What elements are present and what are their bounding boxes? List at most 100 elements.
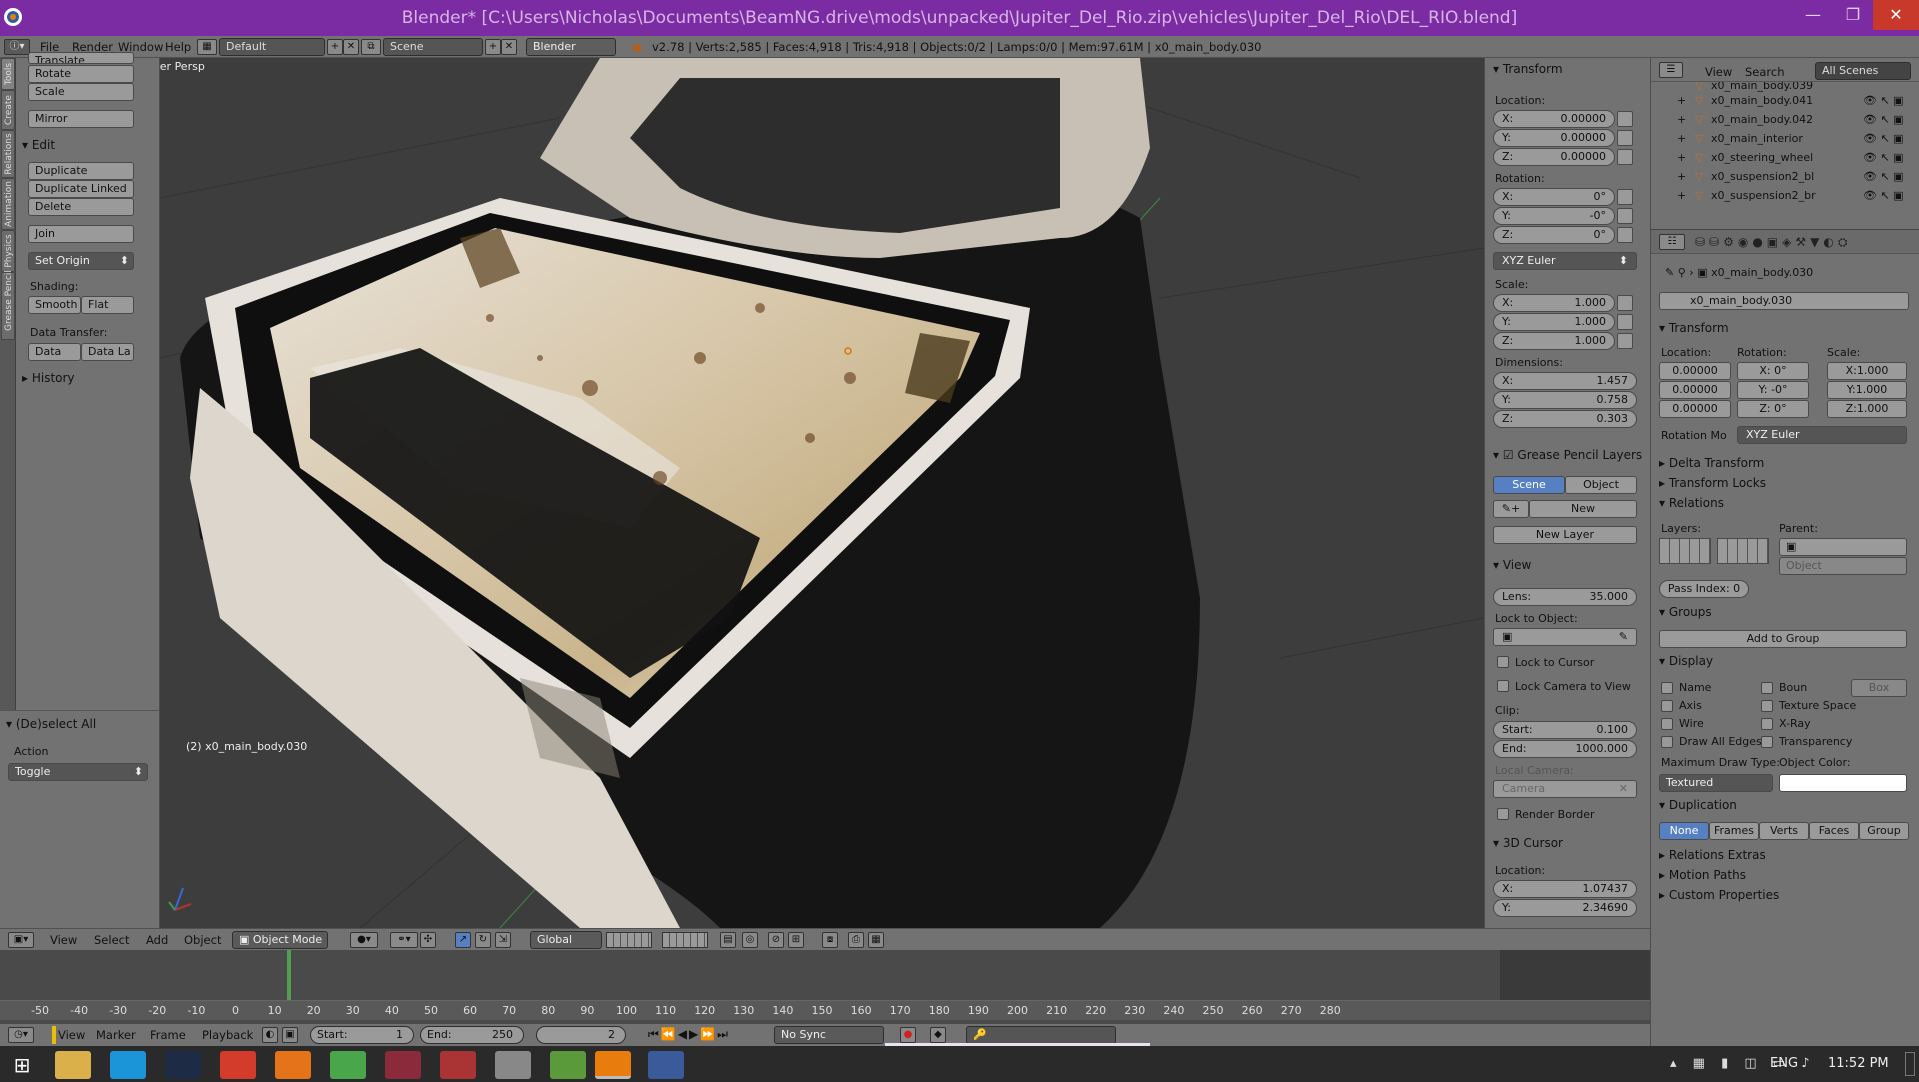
cursor-y-field[interactable]: Y: 2.34690 bbox=[1493, 899, 1637, 917]
set-origin-select[interactable]: Set Origin ⬍ bbox=[28, 252, 134, 270]
current-frame-field[interactable]: 2 bbox=[536, 1026, 626, 1044]
rotation-z-field[interactable]: Z: 0° bbox=[1493, 226, 1615, 244]
duplicate-button[interactable]: Duplicate bbox=[28, 162, 134, 180]
outliner-row[interactable]: + ▽ x0_steering_wheel 👁 ↖ ▣ bbox=[1651, 148, 1919, 167]
texture-space-checkbox[interactable] bbox=[1761, 700, 1773, 712]
dimension-x-field[interactable]: X: 1.457 bbox=[1493, 372, 1637, 390]
menu-select[interactable]: Select bbox=[94, 933, 129, 947]
object-color-swatch[interactable] bbox=[1779, 774, 1907, 792]
lock-icon[interactable] bbox=[1617, 111, 1633, 127]
lock-range-icon[interactable]: ▣ bbox=[282, 1027, 298, 1043]
lock-icon[interactable] bbox=[1617, 333, 1633, 349]
layers-grid[interactable] bbox=[1659, 538, 1711, 564]
start-windows-icon[interactable]: ⊞ bbox=[6, 1051, 38, 1079]
scale-manip-icon[interactable]: ⇲ bbox=[495, 932, 511, 948]
layout-remove-icon[interactable]: ✕ bbox=[343, 39, 359, 55]
lock-icon[interactable] bbox=[1617, 208, 1633, 224]
delete-button[interactable]: Delete bbox=[28, 198, 134, 216]
custom-properties-header[interactable]: ▸ Custom Properties bbox=[1659, 888, 1779, 902]
mode-select[interactable]: ▣ Object Mode bbox=[232, 931, 328, 949]
shading-sphere-icon[interactable]: ●▾ bbox=[350, 932, 378, 948]
rotation-x-field[interactable]: X: 0° bbox=[1493, 188, 1615, 206]
menu-view[interactable]: View bbox=[50, 933, 77, 947]
keying-icon[interactable]: ◆ bbox=[930, 1027, 946, 1043]
dimension-z-field[interactable]: Z: 0.303 bbox=[1493, 410, 1637, 428]
groups-header[interactable]: ▾ Groups bbox=[1659, 605, 1712, 619]
pass-index-field[interactable]: Pass Index: 0 bbox=[1659, 580, 1749, 598]
scale-y-field[interactable]: Y: 1.000 bbox=[1493, 313, 1615, 331]
firefox-icon[interactable] bbox=[275, 1051, 311, 1079]
menu-object[interactable]: Object bbox=[184, 933, 221, 947]
grease-pencil-header[interactable]: ▾ ☑ Grease Pencil Layers bbox=[1493, 448, 1642, 462]
speaker-app-icon[interactable] bbox=[495, 1051, 531, 1079]
display-axis-checkbox[interactable] bbox=[1661, 700, 1673, 712]
tab-relations[interactable]: Relations bbox=[1, 130, 15, 178]
lock-icon[interactable] bbox=[1617, 314, 1633, 330]
object-name-field[interactable]: x0_main_body.030 bbox=[1659, 292, 1909, 310]
keying-set-field[interactable]: 🔑 bbox=[966, 1026, 1116, 1044]
outliner-row[interactable]: + ▽ x0_suspension2_bl 👁 ↖ ▣ bbox=[1651, 167, 1919, 186]
lock-camera-checkbox[interactable] bbox=[1497, 680, 1509, 692]
scene-icon[interactable]: ⧉ bbox=[361, 39, 381, 55]
scene-add-icon[interactable]: + bbox=[485, 39, 501, 55]
outliner-editor-icon[interactable]: ☰ bbox=[1659, 62, 1683, 78]
outliner-filter-select[interactable]: All Scenes bbox=[1815, 62, 1911, 80]
mirror-button[interactable]: Mirror bbox=[28, 110, 134, 128]
end-frame-field[interactable]: End: 250 bbox=[420, 1026, 524, 1044]
playback-controls[interactable]: ⏮⏪◀▶⏩⏭ bbox=[648, 1027, 730, 1042]
scale-z-field[interactable]: Z: 1.000 bbox=[1493, 332, 1615, 350]
current-frame-line[interactable] bbox=[287, 950, 291, 1000]
menu-help[interactable]: Help bbox=[165, 40, 191, 54]
document-icon[interactable] bbox=[648, 1051, 684, 1079]
timeline-ruler[interactable]: -50 -40 -30 -20 -10 0 10 20 30 40 50 60 70 80 90 100 110… bbox=[0, 1000, 1650, 1020]
gp-new-layer-button[interactable]: New Layer bbox=[1493, 526, 1637, 544]
props-loc-x[interactable]: 0.00000 bbox=[1659, 362, 1731, 380]
range-icon[interactable]: ◐ bbox=[262, 1027, 278, 1043]
display-wire-checkbox[interactable] bbox=[1661, 718, 1673, 730]
lock-icon[interactable] bbox=[1617, 149, 1633, 165]
flat-button[interactable]: Flat bbox=[81, 296, 134, 314]
game-icon[interactable] bbox=[385, 1051, 421, 1079]
menu-add[interactable]: Add bbox=[146, 933, 168, 947]
rotate-manip-icon[interactable]: ↻ bbox=[475, 932, 491, 948]
layer-buttons[interactable] bbox=[662, 932, 708, 948]
render-border-checkbox[interactable] bbox=[1497, 808, 1509, 820]
tab-animation[interactable]: Animation bbox=[1, 178, 15, 230]
props-loc-z[interactable]: 0.00000 bbox=[1659, 400, 1731, 418]
display-all-edges-checkbox[interactable] bbox=[1661, 736, 1673, 748]
record-icon[interactable]: ● bbox=[900, 1027, 916, 1043]
parent-field[interactable]: ▣ bbox=[1779, 538, 1907, 556]
show-desktop-button[interactable] bbox=[1905, 1052, 1915, 1076]
duplicate-linked-button[interactable]: Duplicate Linked bbox=[28, 180, 134, 198]
parent-type-select[interactable]: Object bbox=[1779, 557, 1907, 575]
outliner-row[interactable]: + ▽ x0_main_body.041 👁 ↖ ▣ bbox=[1651, 91, 1919, 110]
steam-icon[interactable] bbox=[165, 1051, 201, 1079]
data-button[interactable]: Data bbox=[28, 343, 81, 361]
relations-extras-header[interactable]: ▸ Relations Extras bbox=[1659, 848, 1766, 862]
layers-grid[interactable] bbox=[1717, 538, 1769, 564]
scene-selector[interactable]: Scene bbox=[383, 38, 483, 56]
camera-render-icon[interactable]: ⎙ bbox=[848, 932, 864, 948]
lock-camera-icon[interactable]: ▤ bbox=[720, 932, 736, 948]
camera-field[interactable]: Camera ✕ bbox=[1493, 780, 1637, 798]
rotation-y-field[interactable]: Y: -0° bbox=[1493, 207, 1615, 225]
smooth-button[interactable]: Smooth bbox=[28, 296, 81, 314]
language-indicator[interactable]: ENG bbox=[1770, 1056, 1798, 1071]
cursor-x-field[interactable]: X: 1.07437 bbox=[1493, 880, 1637, 898]
xray-checkbox[interactable] bbox=[1761, 718, 1773, 730]
action-select[interactable]: Toggle ⬍ bbox=[8, 763, 148, 781]
start-frame-field[interactable]: Start: 1 bbox=[310, 1026, 414, 1044]
close-button[interactable]: ✕ bbox=[1873, 0, 1919, 30]
render-engine-select[interactable]: Blender Render bbox=[526, 38, 616, 69]
maximize-button[interactable]: ❐ bbox=[1833, 0, 1873, 30]
layout-selector[interactable]: Default bbox=[219, 38, 325, 56]
rotate-button[interactable]: Rotate bbox=[28, 65, 134, 83]
outliner-row[interactable]: + ▽ x0_main_body.042 👁 ↖ ▣ bbox=[1651, 110, 1919, 129]
outliner-row[interactable]: + ▽ x0_suspension2_br 👁 ↖ ▣ bbox=[1651, 186, 1919, 205]
file-explorer-icon[interactable] bbox=[55, 1051, 91, 1079]
transform-panel-header[interactable]: ▾ Transform bbox=[1493, 62, 1563, 76]
lens-field[interactable]: Lens: 35.000 bbox=[1493, 588, 1637, 606]
tl-menu-playback[interactable]: Playback bbox=[202, 1028, 253, 1042]
layer-buttons[interactable] bbox=[606, 932, 652, 948]
tab-grease-pencil[interactable]: Grease Pencil bbox=[1, 270, 15, 340]
